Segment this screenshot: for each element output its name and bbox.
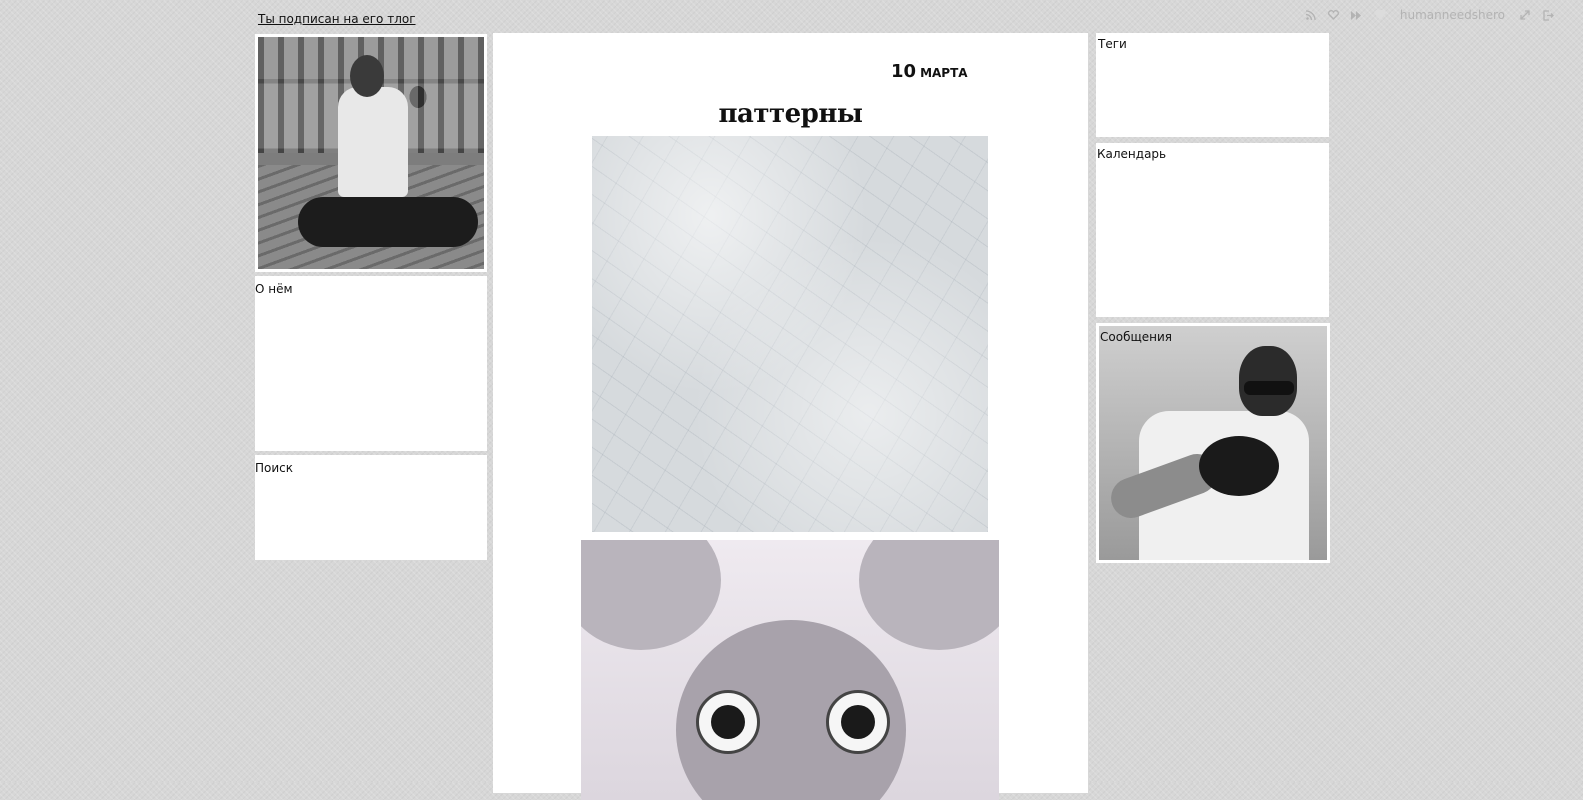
logout-icon[interactable] bbox=[1541, 8, 1555, 22]
about-widget-title: О нём bbox=[255, 282, 293, 296]
top-toolbar: humanneedshero bbox=[1304, 6, 1555, 24]
post-image-paper-pattern[interactable] bbox=[592, 136, 988, 532]
post-date: 10 марта bbox=[891, 61, 968, 82]
heart-icon[interactable] bbox=[1327, 8, 1341, 22]
messages-widget-title[interactable]: Сообщения bbox=[1100, 330, 1172, 344]
username-link[interactable]: humanneedshero bbox=[1400, 8, 1505, 22]
search-widget: Поиск bbox=[255, 455, 487, 560]
diamond-icon[interactable] bbox=[1373, 8, 1387, 22]
post-day: 10 bbox=[891, 61, 917, 82]
post-content: 10 марта паттерны bbox=[493, 33, 1088, 800]
rss-icon[interactable] bbox=[1304, 8, 1318, 22]
messages-photo: Сообщения bbox=[1099, 326, 1327, 560]
calendar-widget-title: Календарь bbox=[1097, 147, 1167, 161]
tags-widget-title: Теги bbox=[1098, 37, 1127, 51]
avatar bbox=[255, 34, 487, 272]
avatar-photo bbox=[258, 37, 484, 269]
post-title: паттерны bbox=[718, 99, 863, 129]
calendar-widget: Календарь bbox=[1096, 143, 1329, 317]
subscribed-link[interactable]: Ты подписан на его тлог bbox=[258, 12, 416, 26]
resize-icon[interactable] bbox=[1518, 8, 1532, 22]
post-image-owl[interactable] bbox=[581, 540, 999, 800]
messages-widget: Сообщения bbox=[1096, 323, 1330, 563]
tags-widget: Теги bbox=[1096, 33, 1329, 137]
about-widget: О нём bbox=[255, 276, 487, 451]
forward-icon[interactable] bbox=[1350, 8, 1364, 22]
post-month: марта bbox=[920, 66, 968, 80]
search-widget-title: Поиск bbox=[255, 461, 294, 475]
